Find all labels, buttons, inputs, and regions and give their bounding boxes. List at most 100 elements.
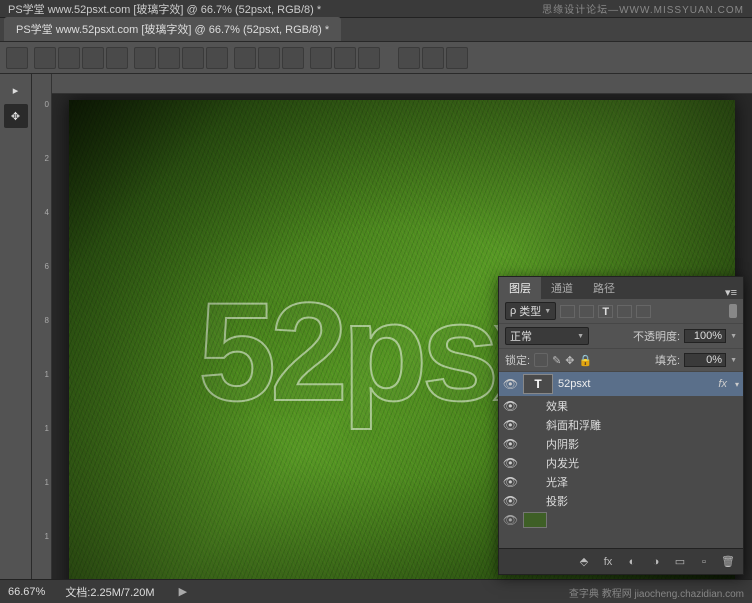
adjustment-layer-icon[interactable]: ◑	[647, 554, 665, 570]
layers-panel-footer: ⬘ fx ◐ ◑ ▭ ▫ 🗑	[499, 548, 743, 574]
horizontal-ruler[interactable]	[52, 74, 752, 94]
option-button[interactable]	[334, 47, 356, 69]
blend-opacity-row: 正常 ▼ 不透明度: 100% ▼	[499, 324, 743, 349]
visibility-toggle-icon[interactable]: 👁	[503, 417, 518, 432]
tab-paths[interactable]: 路径	[583, 277, 625, 299]
watermark-bottom: 查字典 教程网 jiaocheng.chazidian.com	[569, 585, 744, 600]
status-bar: 66.67% 文档:2.25M/7.20M ▶ 查字典 教程网 jiaochen…	[0, 579, 752, 603]
doc-size-readout[interactable]: 文档:2.25M/7.20M	[65, 584, 154, 600]
panel-menu-icon[interactable]: ▾≡	[719, 286, 743, 299]
opacity-value[interactable]: 100%	[684, 329, 726, 343]
option-button[interactable]	[258, 47, 280, 69]
watermark-top: 思缘设计论坛—WWW.MISSYUAN.COM	[542, 1, 744, 16]
link-layers-icon[interactable]: ⬘	[575, 554, 593, 570]
effect-row[interactable]: 👁内发光	[545, 453, 743, 472]
search-icon: ρ	[510, 305, 516, 317]
layer-filter-row: ρ 类型 ▼ T	[499, 299, 743, 324]
zoom-readout[interactable]: 66.67%	[8, 586, 45, 598]
option-button[interactable]	[446, 47, 468, 69]
effect-row[interactable]: 👁投影	[545, 491, 743, 510]
effect-name: 投影	[546, 493, 568, 509]
layer-name[interactable]: 52psxt	[558, 378, 713, 390]
ruler-tick: 6	[33, 262, 49, 271]
option-button[interactable]	[82, 47, 104, 69]
layer-list: 👁 T 52psxt fx ▾ 👁 效果 👁斜面和浮雕 👁内阴影 👁内发光 👁光…	[499, 372, 743, 548]
layer-mask-icon[interactable]: ◐	[623, 554, 641, 570]
visibility-toggle-icon[interactable]: 👁	[503, 493, 518, 508]
visibility-toggle-icon[interactable]: 👁	[503, 398, 518, 413]
lock-transparent-icon[interactable]	[534, 353, 548, 367]
tool-collapse-icon[interactable]: ▸	[4, 78, 28, 102]
effect-row[interactable]: 👁斜面和浮雕	[545, 415, 743, 434]
option-button[interactable]	[310, 47, 332, 69]
option-button[interactable]	[422, 47, 444, 69]
lock-all-icon[interactable]: 🔒	[579, 354, 593, 367]
option-button[interactable]	[134, 47, 156, 69]
chevron-down-icon: ▼	[544, 308, 551, 315]
blend-mode-dropdown[interactable]: 正常 ▼	[505, 327, 589, 345]
layer-thumbnail[interactable]: T	[523, 374, 553, 394]
visibility-toggle-icon[interactable]: 👁	[503, 513, 518, 528]
document-tab[interactable]: PS学堂 www.52psxt.com [玻璃字效] @ 66.7% (52ps…	[4, 17, 341, 41]
window-titlebar: PS学堂 www.52psxt.com [玻璃字效] @ 66.7% (52ps…	[0, 0, 752, 18]
option-button[interactable]	[282, 47, 304, 69]
option-button[interactable]	[34, 47, 56, 69]
lock-label: 锁定:	[505, 352, 530, 368]
options-bar	[0, 42, 752, 74]
option-button[interactable]	[106, 47, 128, 69]
filter-shape-icon[interactable]	[617, 305, 632, 318]
document-tab-label: PS学堂 www.52psxt.com [玻璃字效] @ 66.7% (52ps…	[16, 24, 329, 36]
visibility-toggle-icon[interactable]: 👁	[503, 455, 518, 470]
filter-adjust-icon[interactable]	[579, 305, 594, 318]
layer-thumbnail[interactable]	[523, 512, 547, 528]
effect-row[interactable]: 👁内阴影	[545, 434, 743, 453]
effects-header-row[interactable]: 👁 效果	[545, 396, 743, 415]
ruler-tick: 4	[33, 208, 49, 217]
option-button[interactable]	[206, 47, 228, 69]
group-icon[interactable]: ▭	[671, 554, 689, 570]
fx-collapse-icon[interactable]: ▾	[735, 380, 739, 389]
filter-pixel-icon[interactable]	[560, 305, 575, 318]
fx-badge[interactable]: fx	[718, 378, 730, 390]
option-button[interactable]	[234, 47, 256, 69]
layer-row[interactable]: 👁	[499, 510, 743, 530]
filter-type-dropdown[interactable]: ρ 类型 ▼	[505, 302, 556, 320]
option-button[interactable]	[158, 47, 180, 69]
chevron-down-icon: ▼	[577, 333, 584, 340]
opacity-label: 不透明度:	[633, 328, 680, 344]
visibility-toggle-icon[interactable]: 👁	[503, 436, 518, 451]
filter-toggle[interactable]	[729, 304, 737, 318]
effect-row[interactable]: 👁光泽	[545, 472, 743, 491]
tools-panel: ▸ ✥	[0, 74, 32, 579]
ruler-tick: 2	[33, 154, 49, 163]
tab-layers[interactable]: 图层	[499, 277, 541, 299]
move-tool[interactable]: ✥	[4, 104, 28, 128]
new-layer-icon[interactable]: ▫	[695, 554, 713, 570]
chevron-down-icon[interactable]: ▼	[730, 333, 737, 340]
ruler-tick: 8	[33, 316, 49, 325]
layers-panel[interactable]: 图层 通道 路径 ▾≡ ρ 类型 ▼ T 正常 ▼ 不透明度: 100% ▼ 锁…	[498, 276, 744, 575]
filter-type-icon[interactable]: T	[598, 305, 613, 318]
effect-name: 斜面和浮雕	[546, 417, 601, 433]
tool-preset-button[interactable]	[6, 47, 28, 69]
tab-channels[interactable]: 通道	[541, 277, 583, 299]
option-button[interactable]	[58, 47, 80, 69]
chevron-down-icon[interactable]: ▼	[730, 357, 737, 364]
filter-smart-icon[interactable]	[636, 305, 651, 318]
option-button[interactable]	[358, 47, 380, 69]
option-button[interactable]	[398, 47, 420, 69]
layer-fx-icon[interactable]: fx	[599, 554, 617, 570]
vertical-ruler[interactable]: 0 2 4 6 8 1 1 1 1	[32, 74, 52, 579]
visibility-toggle-icon[interactable]: 👁	[503, 377, 518, 392]
fill-value[interactable]: 0%	[684, 353, 726, 367]
lock-position-icon[interactable]: ✥	[565, 354, 574, 367]
layer-row[interactable]: 👁 T 52psxt fx ▾	[499, 372, 743, 396]
panel-tabs: 图层 通道 路径 ▾≡	[499, 277, 743, 299]
effect-name: 光泽	[546, 474, 568, 490]
visibility-toggle-icon[interactable]: 👁	[503, 474, 518, 489]
lock-image-icon[interactable]: ✎	[552, 354, 561, 367]
document-tab-bar: PS学堂 www.52psxt.com [玻璃字效] @ 66.7% (52ps…	[0, 18, 752, 42]
status-arrow-icon[interactable]: ▶	[179, 585, 187, 598]
option-button[interactable]	[182, 47, 204, 69]
delete-layer-icon[interactable]: 🗑	[719, 554, 737, 570]
